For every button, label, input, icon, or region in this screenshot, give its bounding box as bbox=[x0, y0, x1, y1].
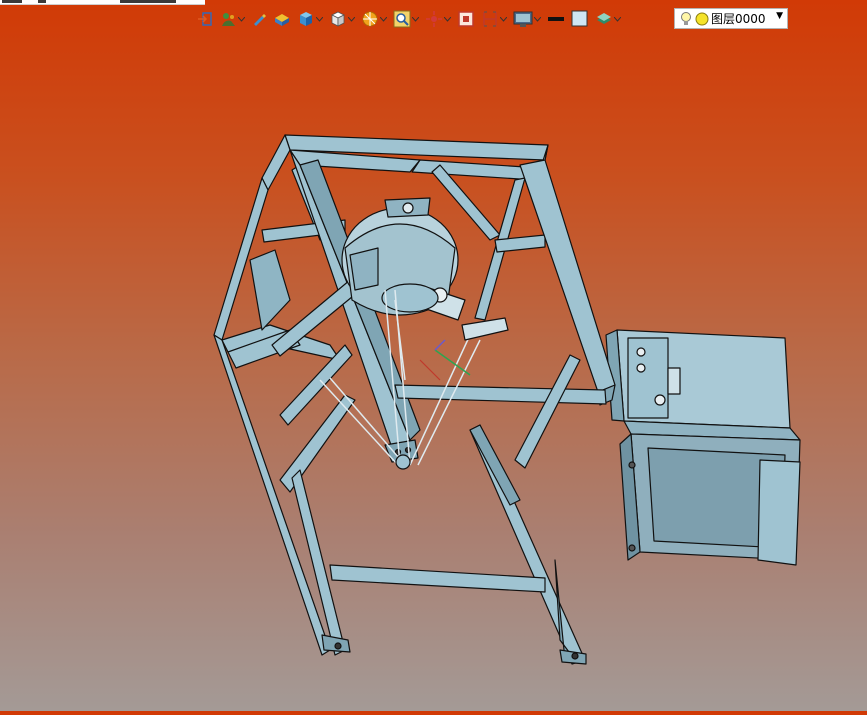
layer-stack-icon bbox=[597, 13, 611, 24]
section-button[interactable] bbox=[480, 9, 508, 29]
render-style-icon bbox=[362, 11, 378, 27]
view-cube-icon bbox=[331, 11, 345, 27]
render-style-button[interactable] bbox=[360, 9, 388, 29]
display-icon bbox=[513, 11, 533, 27]
zoom-icon bbox=[393, 10, 411, 28]
fit-view-icon bbox=[458, 11, 474, 27]
view-toolbar bbox=[196, 8, 622, 30]
view-orientation-button[interactable] bbox=[328, 9, 356, 29]
model-view bbox=[213, 134, 801, 665]
shading-icon bbox=[300, 12, 312, 26]
shading-button[interactable] bbox=[296, 9, 324, 29]
sketch-button[interactable] bbox=[250, 9, 268, 29]
layer-name: 图层0000 bbox=[711, 12, 766, 26]
chevron-down-icon[interactable] bbox=[315, 9, 323, 29]
pan-button[interactable] bbox=[424, 9, 452, 29]
chevron-down-icon[interactable] bbox=[613, 9, 621, 29]
clipped-menu-fragment bbox=[120, 0, 176, 3]
section-icon bbox=[483, 11, 497, 27]
3d-viewport[interactable] bbox=[0, 36, 867, 711]
chevron-down-icon[interactable] bbox=[411, 9, 419, 29]
clipped-menu-fragment bbox=[38, 0, 46, 3]
chevron-down-icon[interactable] bbox=[533, 9, 541, 29]
display-button[interactable] bbox=[512, 9, 542, 29]
layer-properties-button[interactable] bbox=[594, 9, 622, 29]
fill-color-icon bbox=[571, 10, 588, 27]
exit-button[interactable] bbox=[196, 9, 214, 29]
layer-visible-icon bbox=[695, 12, 709, 25]
fit-view-button[interactable] bbox=[456, 9, 476, 29]
clipped-menu-fragment bbox=[2, 0, 22, 3]
chevron-down-icon[interactable] bbox=[379, 9, 387, 29]
control-cabinet bbox=[605, 329, 801, 566]
fill-color-button[interactable] bbox=[570, 9, 590, 29]
exit-icon bbox=[198, 12, 212, 26]
line-color-button[interactable] bbox=[546, 9, 566, 29]
chevron-down-icon[interactable]: ▼ bbox=[776, 11, 783, 21]
snap-button[interactable] bbox=[218, 9, 246, 29]
snap-icon bbox=[222, 13, 235, 26]
top-strip bbox=[0, 0, 205, 5]
material-button[interactable] bbox=[272, 9, 292, 29]
pencil-icon bbox=[254, 14, 266, 26]
chevron-down-icon[interactable] bbox=[237, 9, 245, 29]
material-icon bbox=[275, 14, 289, 26]
chevron-down-icon[interactable] bbox=[347, 9, 355, 29]
zoom-button[interactable] bbox=[392, 9, 420, 29]
layer-selector[interactable]: 图层0000 ▼ bbox=[674, 8, 788, 29]
line-color-icon bbox=[548, 17, 564, 21]
light-bulb-icon bbox=[681, 11, 691, 25]
pan-icon bbox=[426, 11, 442, 27]
chevron-down-icon[interactable] bbox=[499, 9, 507, 29]
chevron-down-icon[interactable] bbox=[443, 9, 451, 29]
